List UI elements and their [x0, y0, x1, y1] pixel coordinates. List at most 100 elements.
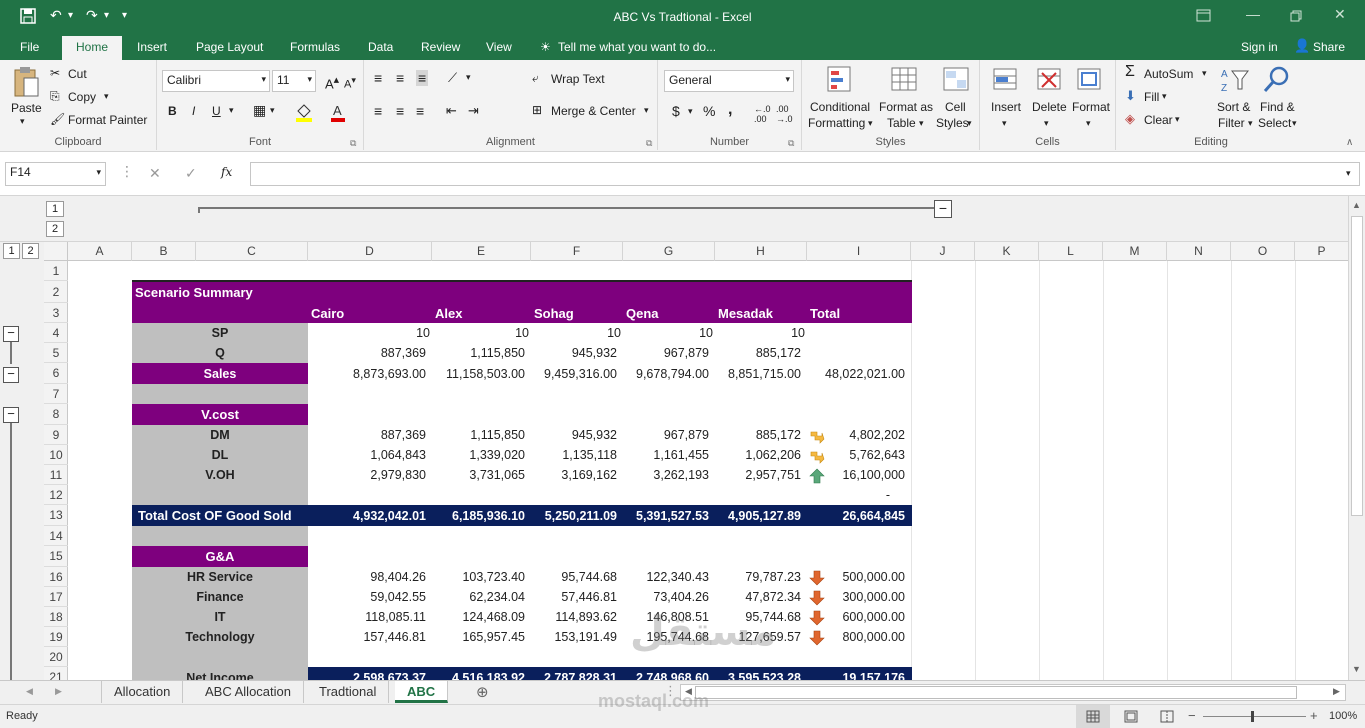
header-total[interactable]: Total — [810, 304, 840, 324]
cell-i21[interactable]: 19,157,176 — [807, 668, 905, 680]
cell-h4[interactable]: 10 — [715, 323, 805, 343]
italic-button[interactable]: I — [192, 104, 195, 118]
number-dialog-launcher-icon[interactable]: ⧉ — [788, 138, 794, 149]
cell-f4[interactable]: 10 — [531, 323, 621, 343]
orientation-dropdown-icon[interactable]: ▾ — [466, 72, 471, 83]
cell-styles-icon[interactable] — [942, 65, 972, 95]
conditional-formatting-icon[interactable] — [826, 65, 854, 95]
cell-h5[interactable]: 885,172 — [715, 343, 801, 363]
cell-d6[interactable]: 8,873,693.00 — [308, 364, 426, 384]
zoom-level[interactable]: 100% — [1329, 710, 1357, 722]
cell-f5[interactable]: 945,932 — [531, 343, 617, 363]
wrap-text-button[interactable]: Wrap Text — [551, 72, 605, 86]
page-break-view-icon[interactable] — [1160, 710, 1174, 723]
cell-f6[interactable]: 9,459,316.00 — [531, 364, 617, 384]
format-painter-icon[interactable]: 🖌 — [50, 112, 65, 126]
delete-button[interactable]: Delete — [1032, 100, 1067, 114]
row-label-sp[interactable]: SP — [132, 323, 308, 343]
cell-f9[interactable]: 945,932 — [531, 425, 617, 445]
font-size-select[interactable]: 11 ▾ — [272, 70, 316, 92]
format-as-table-icon[interactable] — [890, 65, 920, 95]
sort-filter-icon[interactable]: AZ — [1220, 65, 1250, 95]
select-all-corner[interactable] — [44, 242, 68, 261]
column-header[interactable]: D — [308, 242, 432, 261]
normal-view-icon[interactable] — [1086, 710, 1100, 723]
tab-splitter-icon[interactable]: ⋮ — [664, 683, 677, 699]
wrap-text-icon[interactable]: ⤶ — [532, 71, 539, 86]
cell-h10[interactable]: 1,062,206 — [715, 445, 801, 465]
autosum-icon[interactable]: Σ — [1125, 63, 1135, 81]
tab-data[interactable]: Data — [368, 40, 393, 54]
cell-e19[interactable]: 165,957.45 — [432, 627, 525, 647]
cell-f11[interactable]: 3,169,162 — [531, 465, 617, 485]
orientation-icon[interactable]: ⟋ — [448, 70, 457, 86]
cut-icon[interactable]: ✂ — [50, 66, 60, 80]
insert-function-button[interactable]: fx — [221, 165, 232, 179]
cell-g11[interactable]: 3,262,193 — [623, 465, 709, 485]
row-header[interactable]: 3 — [44, 303, 68, 323]
cell-g18[interactable]: 146,808.51 — [623, 607, 709, 627]
clear-dropdown-icon[interactable]: ▾ — [1175, 114, 1180, 125]
row-label-q[interactable]: Q — [132, 343, 308, 363]
middle-align-icon[interactable]: ≡ — [396, 70, 404, 86]
cell-f19[interactable]: 153,191.49 — [531, 627, 617, 647]
minimize-icon[interactable]: — — [1246, 6, 1260, 22]
expand-formula-icon[interactable]: ▾ — [1346, 168, 1351, 179]
zoom-slider-thumb[interactable] — [1251, 711, 1254, 722]
next-sheet-icon[interactable]: ▶ — [55, 686, 62, 697]
column-header[interactable]: B — [132, 242, 196, 261]
zoom-out-icon[interactable]: − — [1188, 708, 1196, 723]
cell-e17[interactable]: 62,234.04 — [432, 587, 525, 607]
underline-button[interactable]: U — [212, 104, 221, 118]
cell-e5[interactable]: 1,115,850 — [432, 343, 525, 363]
row-header[interactable]: 5 — [44, 343, 68, 363]
cell-e11[interactable]: 3,731,065 — [432, 465, 525, 485]
column-header[interactable]: M — [1103, 242, 1167, 261]
horizontal-scrollbar[interactable]: ◀ ▶ — [680, 684, 1346, 701]
cell-i9[interactable]: 4,802,202 — [828, 425, 905, 445]
cell-d16[interactable]: 98,404.26 — [308, 567, 426, 587]
bold-button[interactable]: B — [168, 104, 177, 118]
eraser-icon[interactable]: ◈ — [1125, 111, 1135, 127]
copy-dropdown-icon[interactable]: ▾ — [104, 91, 109, 102]
row-label-voh[interactable]: V.OH — [132, 465, 308, 485]
zoom-in-icon[interactable]: + — [1310, 708, 1318, 723]
column-header[interactable]: C — [196, 242, 308, 261]
cell-g4[interactable]: 10 — [623, 323, 713, 343]
paste-dropdown-icon[interactable]: ▾ — [20, 116, 25, 127]
column-header[interactable]: K — [975, 242, 1039, 261]
cell-h17[interactable]: 47,872.34 — [715, 587, 801, 607]
column-header[interactable]: L — [1039, 242, 1103, 261]
cell-e18[interactable]: 124,468.09 — [432, 607, 525, 627]
row-header[interactable]: 18 — [44, 607, 68, 627]
insert-cells-icon[interactable] — [992, 65, 1020, 95]
cell-g6[interactable]: 9,678,794.00 — [623, 364, 709, 384]
fill-color-icon[interactable] — [295, 102, 313, 122]
currency-button[interactable]: $ — [672, 103, 680, 119]
cell-g9[interactable]: 967,879 — [623, 425, 709, 445]
scroll-down-icon[interactable]: ▼ — [1352, 664, 1361, 674]
cell-g5[interactable]: 967,879 — [623, 343, 709, 363]
row-header[interactable]: 16 — [44, 567, 68, 587]
increase-indent-icon[interactable]: ⇥ — [468, 103, 479, 119]
paste-icon[interactable] — [12, 66, 40, 98]
tab-file[interactable]: File — [20, 40, 39, 54]
cell-d5[interactable]: 887,369 — [308, 343, 426, 363]
column-header[interactable]: P — [1295, 242, 1348, 261]
cell-f17[interactable]: 57,446.81 — [531, 587, 617, 607]
cell-h9[interactable]: 885,172 — [715, 425, 801, 445]
cell-g19[interactable]: 195,744.68 — [623, 627, 709, 647]
tab-page-layout[interactable]: Page Layout — [196, 40, 263, 54]
sheet-tab-abc-allocation[interactable]: ABC Allocation — [193, 681, 304, 703]
fill-dropdown-icon[interactable]: ▾ — [1162, 91, 1167, 102]
increase-decimal-icon[interactable]: ←.0.00 — [754, 104, 771, 124]
scroll-up-icon[interactable]: ▲ — [1352, 200, 1361, 210]
restore-icon[interactable] — [1290, 10, 1302, 22]
scroll-right-icon[interactable]: ▶ — [1333, 686, 1340, 697]
font-color-icon[interactable]: A — [330, 102, 346, 122]
insert-button[interactable]: Insert — [991, 100, 1021, 114]
alignment-dialog-launcher-icon[interactable]: ⧉ — [646, 138, 652, 149]
tab-home[interactable]: Home — [62, 36, 123, 60]
row-header[interactable]: 11 — [44, 465, 68, 485]
cancel-entry-icon[interactable]: ✕ — [149, 165, 161, 182]
